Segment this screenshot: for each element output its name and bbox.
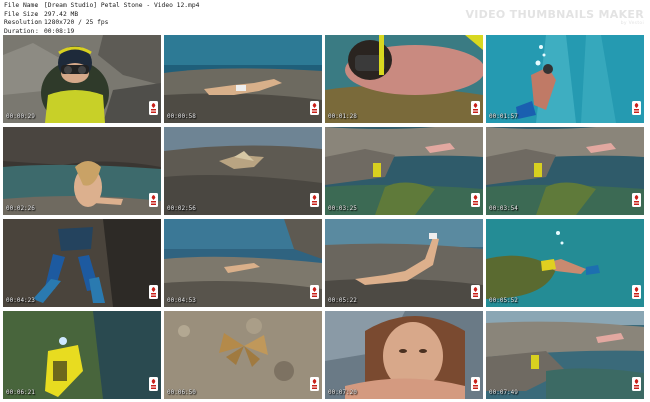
studio-logo-icon [632, 284, 641, 299]
brand-subtitle: by Vestoi [620, 21, 644, 26]
thumbnail-frame-image [164, 219, 322, 307]
info-value: 297.42 MB [44, 10, 79, 18]
video-thumbnail: 00:01:28 [325, 35, 483, 123]
thumbnail-frame-image [486, 311, 644, 399]
info-value: [Dream Studio] Petal Stone - Video 12.mp… [44, 2, 200, 9]
video-thumbnail: 00:00:58 [164, 35, 322, 123]
studio-logo-icon [310, 284, 319, 299]
studio-logo-icon [310, 192, 319, 207]
thumbnail-timestamp: 00:00:29 [6, 113, 35, 120]
info-value: 1280x720 / 25 fps [44, 19, 109, 27]
thumbnail-timestamp: 00:01:28 [328, 113, 357, 120]
info-row: Resolution:1280x720 / 25 fps [4, 19, 199, 28]
studio-logo-icon [471, 376, 480, 391]
info-separator: : [35, 10, 39, 18]
thumbnail-timestamp: 00:07:20 [328, 389, 357, 396]
thumbnail-frame-image [164, 35, 322, 123]
brand-watermark: VIDEO THUMBNAILS MAKER by Vestoi [465, 8, 644, 26]
thumbnail-timestamp: 00:06:21 [6, 389, 35, 396]
thumbnail-timestamp: 00:00:58 [167, 113, 196, 120]
thumbnail-timestamp: 00:02:56 [167, 205, 196, 212]
video-thumbnail: 00:04:53 [164, 219, 322, 307]
info-separator: : [35, 2, 39, 9]
info-key: File Name [4, 2, 39, 9]
video-thumbnail: 00:05:22 [325, 219, 483, 307]
thumbnail-timestamp: 00:01:57 [489, 113, 518, 120]
info-key: File Size [4, 10, 39, 18]
video-thumbnail: 00:06:21 [3, 311, 161, 399]
thumbnail-frame-image [325, 35, 483, 123]
thumbnail-frame-image [325, 127, 483, 215]
video-thumbnail: 00:06:50 [164, 311, 322, 399]
video-thumbnail: 00:02:26 [3, 127, 161, 215]
video-thumbnail: 00:07:20 [325, 311, 483, 399]
thumbnail-timestamp: 00:03:25 [328, 205, 357, 212]
thumbnail-timestamp: 00:05:22 [328, 297, 357, 304]
thumbnail-frame-image [3, 35, 161, 123]
studio-logo-icon [632, 100, 641, 115]
studio-logo-icon [149, 284, 158, 299]
thumbnail-frame-image [486, 35, 644, 123]
studio-logo-icon [149, 376, 158, 391]
info-row: File Name: [Dream Studio] Petal Stone - V… [4, 2, 199, 11]
info-separator: : [35, 19, 39, 27]
video-thumbnail: 00:04:23 [3, 219, 161, 307]
studio-logo-icon [149, 192, 158, 207]
video-thumbnail: 00:01:57 [486, 35, 644, 123]
thumbnail-timestamp: 00:02:26 [6, 205, 35, 212]
thumbnail-frame-image [486, 127, 644, 215]
studio-logo-icon [471, 100, 480, 115]
video-thumbnail: 00:00:29 [3, 35, 161, 123]
brand-title: VIDEO THUMBNAILS MAKER [465, 8, 644, 21]
file-info-panel: File Name: [Dream Studio] Petal Stone - V… [4, 2, 199, 36]
thumbnail-frame-image [325, 219, 483, 307]
thumbnail-timestamp: 00:03:54 [489, 205, 518, 212]
info-key: Resolution [4, 19, 42, 27]
video-thumbnail: 00:05:52 [486, 219, 644, 307]
thumbnail-timestamp: 00:07:49 [489, 389, 518, 396]
thumbnail-frame-image [325, 311, 483, 399]
studio-logo-icon [632, 376, 641, 391]
thumbnail-frame-image [164, 311, 322, 399]
studio-logo-icon [149, 100, 158, 115]
thumbnail-frame-image [486, 219, 644, 307]
video-thumbnail: 00:07:49 [486, 311, 644, 399]
studio-logo-icon [310, 376, 319, 391]
thumbnail-frame-image [3, 219, 161, 307]
video-thumbnail: 00:02:56 [164, 127, 322, 215]
studio-logo-icon [632, 192, 641, 207]
thumbnail-grid: 00:00:29 00:00:58 00:01:28 00:01:57 00:0… [3, 35, 644, 399]
thumbnail-frame-image [3, 311, 161, 399]
video-thumbnail: 00:03:25 [325, 127, 483, 215]
thumbnail-timestamp: 00:04:53 [167, 297, 196, 304]
thumbnail-frame-image [164, 127, 322, 215]
thumbnail-timestamp: 00:06:50 [167, 389, 196, 396]
video-thumbnail: 00:03:54 [486, 127, 644, 215]
info-row: File Size:297.42 MB [4, 11, 199, 20]
thumbnail-frame-image [3, 127, 161, 215]
studio-logo-icon [471, 192, 480, 207]
studio-logo-icon [471, 284, 480, 299]
thumbnail-timestamp: 00:04:23 [6, 297, 35, 304]
thumbnail-timestamp: 00:05:52 [489, 297, 518, 304]
studio-logo-icon [310, 100, 319, 115]
